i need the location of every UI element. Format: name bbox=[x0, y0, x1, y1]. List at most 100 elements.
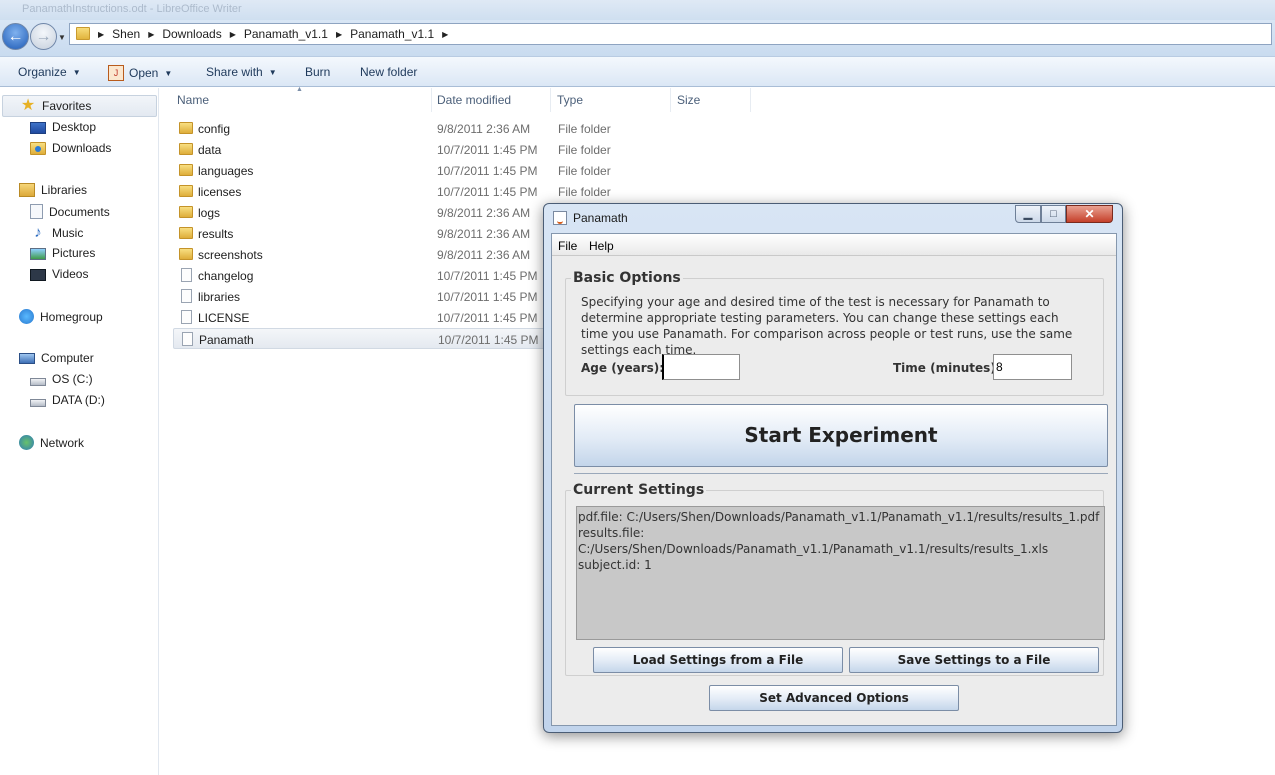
setting-line: results.file: C:/Users/Shen/Downloads/Pa… bbox=[578, 526, 1049, 556]
burn-button[interactable]: Burn bbox=[305, 65, 330, 79]
recent-pages-dropdown[interactable]: ▼ bbox=[58, 33, 66, 42]
file-type: File folder bbox=[558, 185, 611, 199]
open-label: Open bbox=[129, 66, 159, 80]
file-date-modified: 10/7/2011 1:45 PM bbox=[437, 164, 538, 178]
nav-item-downloads[interactable]: Downloads bbox=[30, 141, 111, 155]
folder-icon bbox=[179, 206, 193, 218]
burn-label: Burn bbox=[305, 65, 331, 79]
nav-item-desktop[interactable]: Desktop bbox=[30, 120, 96, 134]
menu-help[interactable]: Help bbox=[589, 239, 614, 253]
chevron-down-icon: ▼ bbox=[164, 68, 173, 78]
back-arrow-icon: ← bbox=[7, 28, 24, 45]
network-icon bbox=[19, 435, 34, 450]
breadcrumb-item[interactable]: Shen bbox=[112, 27, 140, 41]
age-input[interactable] bbox=[662, 354, 740, 380]
column-header-type[interactable]: Type bbox=[553, 88, 671, 112]
share-with-button[interactable]: Share with ▼ bbox=[206, 65, 277, 79]
address-row: ← → ▼ ▶ Shen ▶ Downloads ▶ Panamath_v1.1… bbox=[0, 20, 1275, 56]
file-date-modified: 10/7/2011 1:45 PM bbox=[437, 269, 538, 283]
forward-arrow-icon: → bbox=[35, 28, 52, 45]
nav-item-os-c[interactable]: OS (C:) bbox=[30, 372, 93, 386]
organize-button[interactable]: Organize ▼ bbox=[18, 65, 81, 79]
breadcrumb-chevron-icon[interactable]: ▶ bbox=[336, 30, 342, 39]
age-label: Age (years): bbox=[581, 361, 665, 375]
nav-item-documents[interactable]: Documents bbox=[30, 204, 110, 219]
file-row[interactable]: data 10/7/2011 1:45 PM File folder bbox=[173, 139, 753, 160]
start-experiment-button[interactable]: Start Experiment bbox=[574, 404, 1108, 467]
setting-line: subject.id: 1 bbox=[578, 558, 652, 572]
organize-label: Organize bbox=[18, 65, 67, 79]
folder-icon bbox=[179, 185, 193, 197]
breadcrumb-chevron-icon[interactable]: ▶ bbox=[148, 30, 154, 39]
load-settings-button[interactable]: Load Settings from a File bbox=[593, 647, 843, 673]
nav-label: Desktop bbox=[52, 120, 97, 134]
videos-icon bbox=[30, 269, 46, 281]
nav-item-data-d[interactable]: DATA (D:) bbox=[30, 393, 105, 407]
breadcrumb-item[interactable]: Panamath_v1.1 bbox=[350, 27, 434, 41]
file-name: changelog bbox=[198, 269, 254, 283]
breadcrumb-chevron-icon[interactable]: ▶ bbox=[230, 30, 236, 39]
chevron-down-icon: ▼ bbox=[72, 67, 81, 77]
explorer-title-strip: PanamathInstructions.odt - LibreOffice W… bbox=[0, 0, 1275, 20]
advanced-options-button[interactable]: Set Advanced Options bbox=[709, 685, 959, 711]
folder-icon bbox=[179, 248, 193, 260]
nav-label: Documents bbox=[49, 204, 110, 219]
file-name: config bbox=[198, 122, 231, 136]
nav-item-favorites[interactable]: ★ Favorites bbox=[2, 95, 157, 117]
file-name: LICENSE bbox=[198, 311, 250, 325]
file-row[interactable]: config 9/8/2011 2:36 AM File folder bbox=[173, 118, 753, 139]
minimize-icon: ▁ bbox=[1023, 208, 1033, 220]
nav-label: Music bbox=[52, 226, 84, 240]
nav-label: Favorites bbox=[42, 99, 92, 113]
window-title-text: Panamath bbox=[573, 211, 628, 225]
address-bar[interactable]: ▶ Shen ▶ Downloads ▶ Panamath_v1.1 ▶ Pan… bbox=[69, 23, 1272, 45]
breadcrumb-item[interactable]: Downloads bbox=[162, 27, 221, 41]
column-header-size[interactable]: Size bbox=[673, 88, 751, 112]
breadcrumb: ▶ Shen ▶ Downloads ▶ Panamath_v1.1 ▶ Pan… bbox=[96, 27, 456, 41]
current-settings-textarea[interactable]: pdf.file: C:/Users/Shen/Downloads/Panama… bbox=[576, 506, 1105, 640]
maximize-button[interactable]: □ bbox=[1041, 205, 1066, 223]
separator bbox=[574, 473, 1108, 474]
dialog-client-area: File Help Basic Options Specifying your … bbox=[551, 233, 1117, 726]
nav-item-libraries[interactable]: Libraries bbox=[19, 183, 87, 197]
file-row[interactable]: languages 10/7/2011 1:45 PM File folder bbox=[173, 160, 753, 181]
hard-drive-icon bbox=[30, 377, 46, 386]
breadcrumb-chevron-icon[interactable]: ▶ bbox=[442, 30, 448, 39]
nav-item-pictures[interactable]: Pictures bbox=[30, 246, 95, 260]
folder-icon bbox=[179, 122, 193, 134]
file-row[interactable]: licenses 10/7/2011 1:45 PM File folder bbox=[173, 181, 753, 202]
file-name: libraries bbox=[198, 290, 241, 304]
nav-label: Libraries bbox=[41, 183, 88, 197]
close-button[interactable]: ✕ bbox=[1066, 205, 1113, 223]
menu-file[interactable]: File bbox=[558, 239, 577, 253]
current-settings-title: Current Settings bbox=[571, 482, 707, 498]
minimize-button[interactable]: ▁ bbox=[1015, 205, 1041, 223]
downloads-folder-icon bbox=[30, 141, 46, 155]
back-button[interactable]: ← bbox=[2, 23, 29, 50]
nav-item-videos[interactable]: Videos bbox=[30, 267, 88, 281]
save-settings-button[interactable]: Save Settings to a File bbox=[849, 647, 1099, 673]
nav-item-network[interactable]: Network bbox=[19, 435, 84, 450]
documents-icon bbox=[30, 204, 43, 219]
time-input[interactable]: 8 bbox=[993, 354, 1072, 380]
window-title: Panamath bbox=[553, 211, 628, 225]
panamath-window: Panamath ▁ □ ✕ File Help Basic Options S… bbox=[543, 203, 1123, 733]
file-icon bbox=[181, 310, 192, 324]
close-icon: ✕ bbox=[1084, 207, 1095, 221]
folder-icon bbox=[179, 143, 193, 155]
nav-label: Computer bbox=[41, 351, 94, 365]
open-button[interactable]: J Open ▼ bbox=[108, 65, 172, 81]
file-name: Panamath bbox=[199, 333, 254, 347]
nav-label: Pictures bbox=[52, 246, 96, 260]
sort-ascending-icon: ▲ bbox=[296, 86, 303, 93]
nav-item-music[interactable]: ♪ Music bbox=[30, 225, 83, 241]
nav-item-homegroup[interactable]: Homegroup bbox=[19, 309, 103, 324]
new-folder-button[interactable]: New folder bbox=[360, 65, 417, 79]
column-header-date[interactable]: Date modified bbox=[433, 88, 551, 112]
breadcrumb-chevron-icon[interactable]: ▶ bbox=[98, 30, 104, 39]
file-date-modified: 9/8/2011 2:36 AM bbox=[437, 122, 531, 136]
nav-item-computer[interactable]: Computer bbox=[19, 351, 94, 365]
breadcrumb-item[interactable]: Panamath_v1.1 bbox=[244, 27, 328, 41]
forward-button[interactable]: → bbox=[30, 23, 57, 50]
file-date-modified: 9/8/2011 2:36 AM bbox=[437, 248, 531, 262]
